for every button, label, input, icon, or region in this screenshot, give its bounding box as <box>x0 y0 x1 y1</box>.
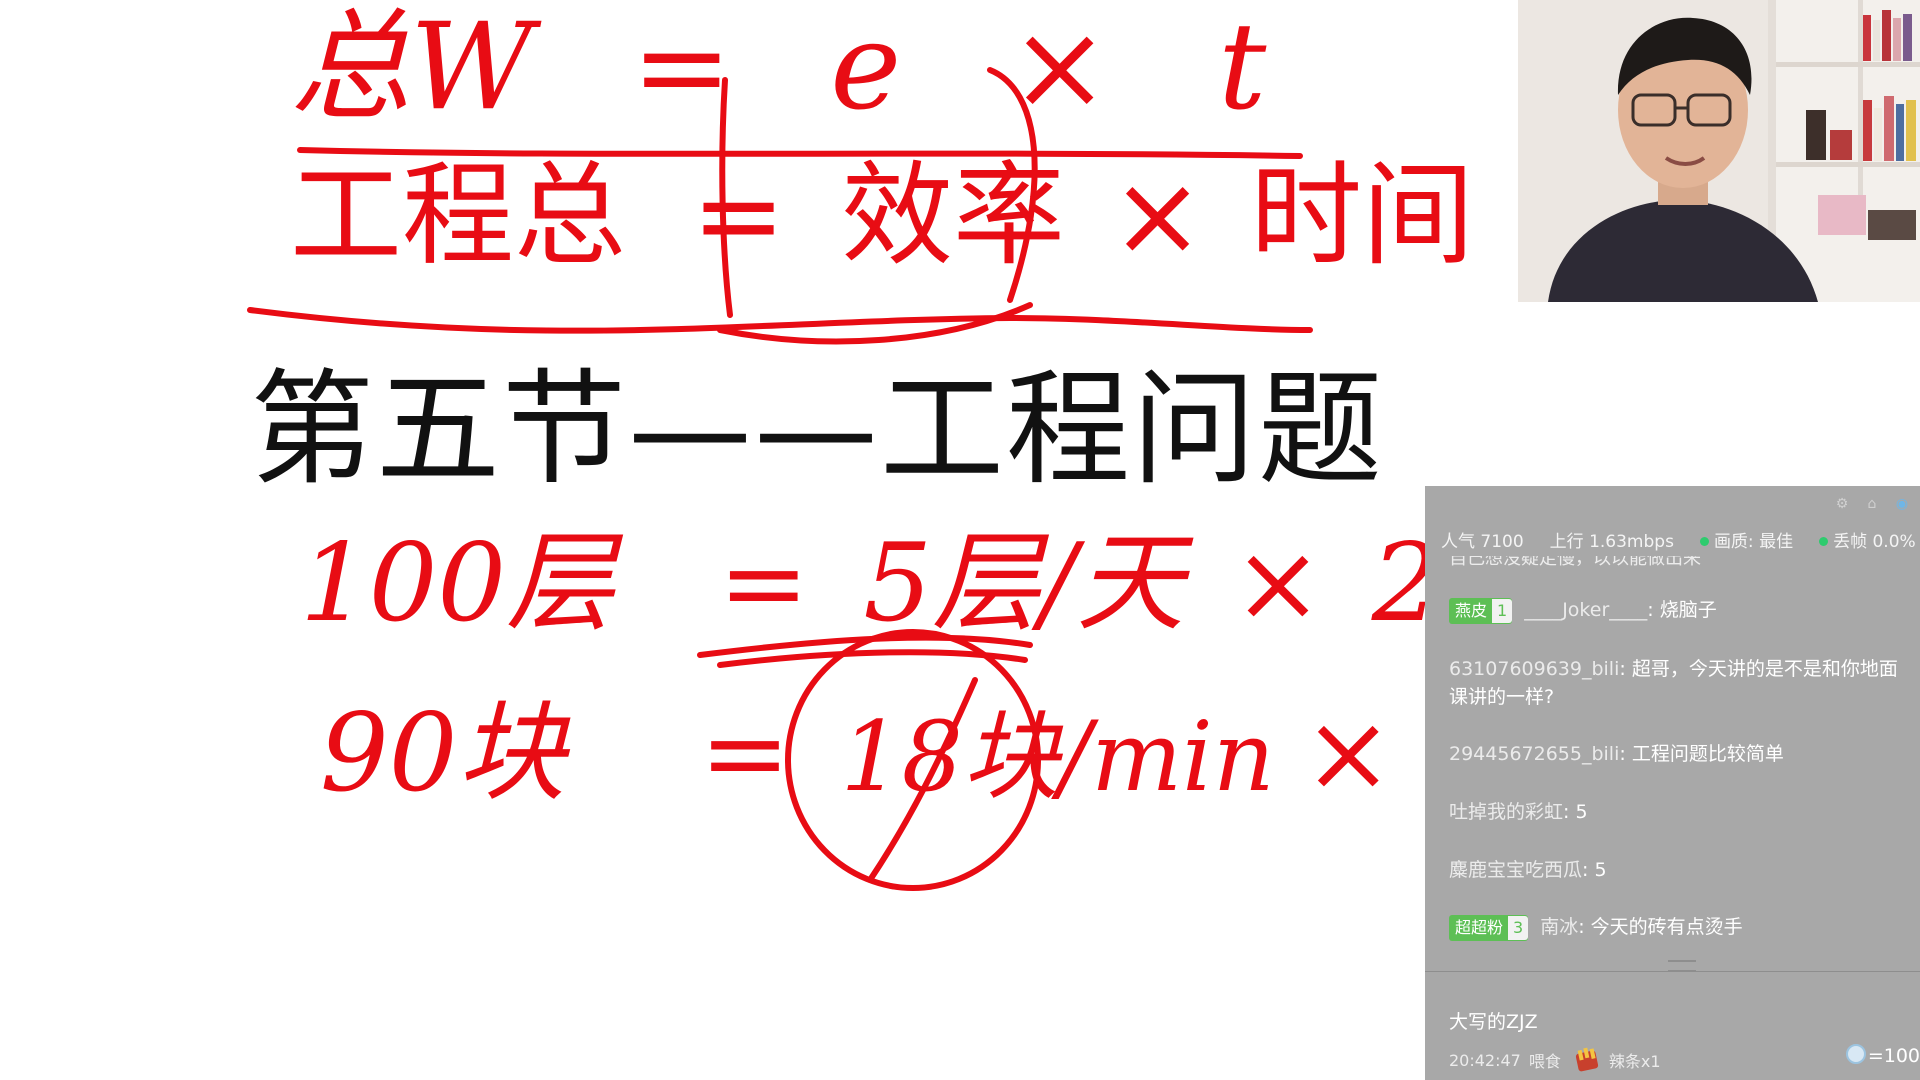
chat-clipped-text: 自己想没疑走慢，以以能做出来 <box>1449 556 1701 569</box>
fan-badge-level: 3 <box>1508 915 1529 940</box>
coin-icon <box>1845 1044 1866 1064</box>
chat-colon: : <box>1582 859 1595 881</box>
status-dot-icon <box>1819 537 1829 546</box>
status-dot-icon <box>1699 537 1709 546</box>
formula-cn-rate: 效率 <box>841 151 1066 281</box>
stat-quality-text: 画质: 最佳 <box>1713 532 1794 552</box>
formula-cn-times: × <box>1110 151 1205 281</box>
lock-icon[interactable]: ⌂ <box>1864 496 1880 512</box>
formula-cn-time: 时间 <box>1250 151 1475 281</box>
lesson-title: 第五节——工程问题 <box>250 358 1385 502</box>
example-bricks-times: × <box>1303 691 1394 816</box>
formula-symbol-e: e <box>830 0 902 137</box>
example-bricks-total: 90块 <box>320 691 566 816</box>
formula-symbol-w: 总W <box>290 0 534 137</box>
chat-username[interactable]: 63107609639_bili <box>1449 658 1619 680</box>
stat-quality: 画质: 最佳 <box>1699 527 1794 552</box>
chat-text: 5 <box>1594 859 1607 881</box>
formula-chinese: 工程总 = 效率 × 时间 <box>290 160 1474 272</box>
gift-line: 20:42:47 喂食 辣条x1 <box>1449 1046 1661 1074</box>
gift-action: 喂食 <box>1528 1052 1561 1071</box>
chat-text: 烧脑子 <box>1659 599 1717 621</box>
stream-stats: 人气 7100 上行 1.63mbps 画质: 最佳 丢帧 0.0% <box>1441 527 1916 552</box>
chat-username[interactable]: 吐掉我的彩虹 <box>1449 801 1563 823</box>
gear-icon[interactable]: ⚙ <box>1834 496 1850 512</box>
chat-text: 5 <box>1575 801 1588 823</box>
gift-snack-icon <box>1575 1047 1598 1072</box>
stat-popularity: 人气 7100 <box>1441 532 1524 552</box>
example-bricks-rate: 18块/min <box>840 701 1275 813</box>
formula-symbol: 总W = e × t <box>290 8 1266 128</box>
gift-time: 20:42:47 <box>1449 1050 1521 1070</box>
chat-text: 工程问题比较简单 <box>1631 743 1784 765</box>
chat-colon: : <box>1647 599 1660 621</box>
chat-clipped-line: 自己想没疑走慢，以以能做出来 <box>1449 556 1919 574</box>
chat-username[interactable]: 麋鹿宝宝吃西瓜 <box>1449 859 1582 881</box>
chat-message: 燕皮 1 ____Joker____: 烧脑子 <box>1449 596 1904 624</box>
chat-colon: : <box>1619 658 1632 680</box>
fan-badge[interactable]: 超超粉 3 <box>1449 914 1529 941</box>
chat-message: 超超粉 3 南冰: 今天的砖有点烫手 <box>1449 913 1904 941</box>
gift-item: 辣条x1 <box>1608 1052 1661 1071</box>
chat-divider <box>1425 971 1920 972</box>
formula-symbol-t: t <box>1218 0 1267 137</box>
chat-colon: : <box>1619 743 1632 765</box>
formula-symbol-times: × <box>1009 0 1110 137</box>
chat-username[interactable]: 南冰 <box>1540 916 1578 938</box>
chat-username[interactable]: ____Joker____ <box>1524 599 1647 621</box>
stat-frame-drop: 丢帧 0.0% <box>1819 527 1916 552</box>
stat-upload: 上行 1.63mbps <box>1549 532 1674 552</box>
example-floors-times: × <box>1232 521 1324 646</box>
chat-message: 29445672655_bili: 工程问题比较简单 <box>1449 740 1904 768</box>
chat-username[interactable]: 29445672655_bili <box>1449 743 1619 765</box>
fan-badge[interactable]: 燕皮 1 <box>1449 597 1513 624</box>
gift-username[interactable]: 大写的ZJZ <box>1449 1007 1538 1034</box>
formula-cn-eq: = <box>691 151 786 281</box>
stat-frame-drop-text: 丢帧 0.0% <box>1833 532 1916 552</box>
example-floors-total: 100层 <box>300 521 615 646</box>
fan-badge-name: 超超粉 <box>1455 917 1504 937</box>
example-floors-eq: = <box>718 521 809 646</box>
fan-badge-level: 1 <box>1492 598 1513 623</box>
chat-colon: : <box>1563 801 1576 823</box>
presenter-camera-icon <box>1548 0 1920 302</box>
formula-cn-total: 工程总 <box>290 151 626 281</box>
example-floors: 100层 = 5层/天 × 20天 <box>300 530 1617 638</box>
formula-symbol-eq: = <box>631 0 733 137</box>
fan-badge-name: 燕皮 <box>1455 600 1488 620</box>
expand-icon[interactable]: ◉ <box>1894 496 1910 512</box>
chat-colon: : <box>1578 916 1591 938</box>
gift-count-text: =100 <box>1867 1045 1920 1067</box>
chat-message: 吐掉我的彩虹: 5 <box>1449 798 1904 826</box>
example-floors-rate: 5层/天 <box>863 521 1185 646</box>
presenter-webcam <box>1518 0 1920 302</box>
chat-message: 63107609639_bili: 超哥，今天讲的是不是和你地面课讲的一样? <box>1449 655 1904 711</box>
live-chat-panel: ⚙ ⌂ ◉ 人气 7100 上行 1.63mbps 画质: 最佳 丢帧 0.0%… <box>1425 486 1920 1080</box>
ink-underline-2 <box>247 307 1313 334</box>
chat-message: 麋鹿宝宝吃西瓜: 5 <box>1449 856 1904 884</box>
gift-count: =100 <box>1845 1044 1920 1067</box>
example-bricks-eq: = <box>699 691 791 816</box>
chat-header-icons: ⚙ ⌂ ◉ <box>1834 496 1910 512</box>
chat-text: 今天的砖有点烫手 <box>1590 916 1743 938</box>
